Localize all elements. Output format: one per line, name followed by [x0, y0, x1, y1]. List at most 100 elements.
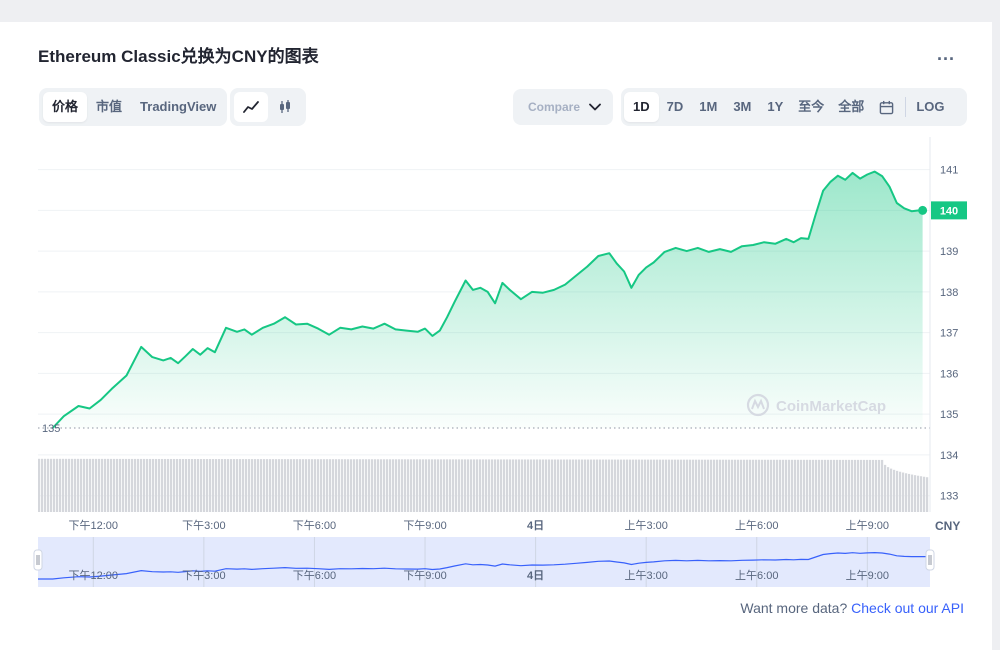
volume-bar [779, 459, 782, 512]
volume-bar [41, 458, 44, 512]
volume-bar [803, 459, 806, 512]
volume-bar [563, 459, 566, 512]
volume-bar [635, 459, 638, 512]
volume-bar [596, 459, 599, 512]
volume-bar [125, 458, 128, 512]
volume-bar [740, 459, 743, 512]
volume-bar [695, 459, 698, 512]
x-axis: 下午12:00 下午3:00 下午6:00 下午9:00 4日 上午3:00 上午6:00 上… [69, 519, 890, 532]
x-tick-label: 下午12:00 [69, 519, 119, 532]
volume-bar [830, 459, 833, 512]
volume-bar [293, 459, 296, 512]
volume-bar [242, 459, 245, 512]
volume-bar [806, 459, 809, 512]
volume-bar [422, 459, 425, 512]
volume-bar [728, 459, 731, 512]
volume-bar [317, 459, 320, 512]
volume-bar [110, 458, 113, 512]
volume-bar [710, 459, 713, 512]
volume-bar [395, 459, 398, 512]
navigator-right-handle[interactable] [925, 549, 935, 571]
volume-bar [467, 459, 470, 512]
volume-bar [83, 458, 86, 512]
volume-bar [914, 475, 917, 512]
volume-bar [908, 473, 911, 512]
volume-bar [788, 459, 791, 512]
volume-bar [200, 459, 203, 512]
volume-bar [74, 458, 77, 512]
navigator-left-handle[interactable] [33, 549, 43, 571]
volume-bar [926, 477, 929, 512]
volume-bar [920, 476, 923, 512]
api-link[interactable]: Check out our API [851, 600, 964, 616]
volume-bar [458, 459, 461, 512]
volume-bar [617, 459, 620, 512]
volume-bar [299, 459, 302, 512]
volume-bar [851, 459, 854, 512]
volume-bar [203, 459, 206, 512]
volume-bar [326, 459, 329, 512]
volume-bar [689, 459, 692, 512]
volume-bar [365, 459, 368, 512]
volume-bar [188, 458, 191, 512]
volume-bar [266, 459, 269, 512]
navigator-tick-label: 上午9:00 [846, 569, 889, 582]
volume-bar [170, 458, 173, 512]
volume-bar [815, 459, 818, 512]
volume-bar [521, 459, 524, 512]
volume-bar [248, 459, 251, 512]
volume-bar [320, 459, 323, 512]
volume-bar [161, 458, 164, 512]
volume-bar [176, 458, 179, 512]
volume-bar [449, 459, 452, 512]
volume-bar [413, 459, 416, 512]
volume-bar [296, 459, 299, 512]
volume-bar [455, 459, 458, 512]
volume-bar [98, 458, 101, 512]
volume-bar [647, 459, 650, 512]
volume-bar [137, 458, 140, 512]
currency-label: CNY [935, 519, 960, 533]
x-tick-label: 上午9:00 [846, 519, 889, 532]
volume-bar [602, 459, 605, 512]
volume-bar [713, 459, 716, 512]
volume-bar [902, 472, 905, 512]
volume-bar [431, 459, 434, 512]
volume-bar [545, 459, 548, 512]
y-tick-label: 141 [940, 165, 958, 177]
x-tick-label: 下午9:00 [403, 519, 446, 532]
navigator[interactable]: 下午12:00 下午3:00 下午6:00 下午9:00 4日 上午3:00 上午6:00 上… [33, 537, 935, 587]
volume-bar [218, 459, 221, 512]
volume-bar [791, 459, 794, 512]
volume-bar [182, 458, 185, 512]
volume-bar [773, 459, 776, 512]
volume-bar [185, 458, 188, 512]
volume-bar [359, 459, 362, 512]
volume-bar [482, 459, 485, 512]
volume-bar [92, 458, 95, 512]
volume-bar [524, 459, 527, 512]
volume-bar [509, 459, 512, 512]
navigator-tick-label: 下午9:00 [403, 569, 446, 582]
footer-cta: Want more data? Check out our API [740, 600, 964, 616]
volume-bar [392, 459, 395, 512]
volume-bar [764, 459, 767, 512]
volume-bar [488, 459, 491, 512]
volume-bar [101, 458, 104, 512]
x-tick-label: 下午3:00 [182, 519, 225, 532]
current-price-dot [918, 205, 928, 215]
volume-bar [308, 459, 311, 512]
volume-bar [641, 459, 644, 512]
volume-bar [113, 458, 116, 512]
volume-bar [368, 459, 371, 512]
volume-bar [863, 459, 866, 512]
volume-bar [707, 459, 710, 512]
volume-bar [287, 459, 290, 512]
volume-bar [893, 469, 896, 512]
x-tick-label: 4日 [527, 519, 544, 532]
volume-bar [515, 459, 518, 512]
volume-bar [539, 459, 542, 512]
volume-bar [533, 459, 536, 512]
volume-bar [638, 459, 641, 512]
volume-bar [518, 459, 521, 512]
